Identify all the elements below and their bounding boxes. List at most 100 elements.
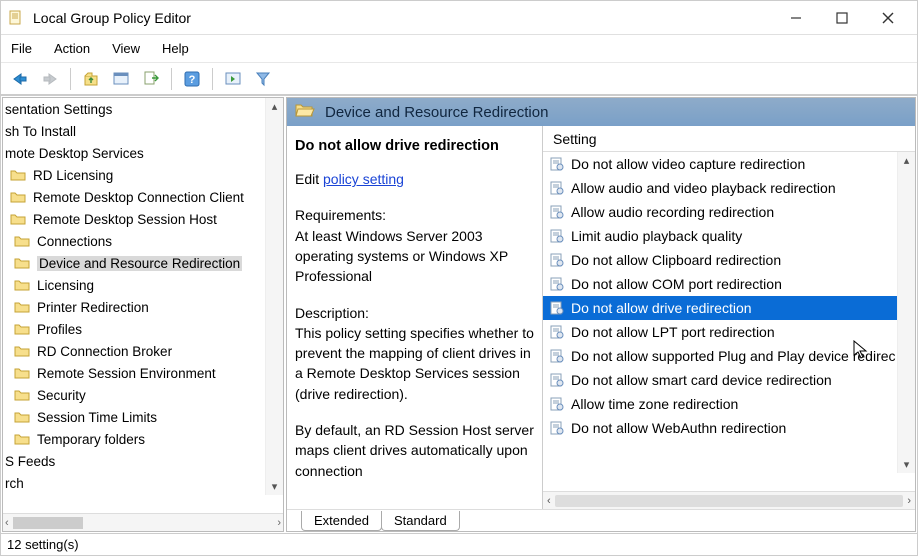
app-icon bbox=[7, 9, 25, 27]
setting-row[interactable]: Do not allow smart card device redirecti… bbox=[543, 368, 915, 392]
tree-item-label: RD Licensing bbox=[33, 168, 113, 183]
description-panel: Do not allow drive redirection Edit poli… bbox=[287, 126, 543, 509]
window-title: Local Group Policy Editor bbox=[33, 10, 191, 26]
folder-icon bbox=[13, 321, 31, 337]
tree-item[interactable]: Session Time Limits bbox=[3, 406, 283, 428]
tree-item[interactable]: sh To Install bbox=[3, 120, 283, 142]
setting-label: Do not allow supported Plug and Play dev… bbox=[571, 348, 896, 364]
filter-on-button[interactable] bbox=[220, 67, 246, 91]
policy-icon bbox=[549, 372, 565, 388]
menubar: File Action View Help bbox=[1, 35, 917, 63]
tree-item[interactable]: Profiles bbox=[3, 318, 283, 340]
tree-item[interactable]: Printer Redirection bbox=[3, 296, 283, 318]
folder-icon bbox=[13, 387, 31, 403]
menu-action[interactable]: Action bbox=[54, 41, 90, 56]
edit-policy-link[interactable]: policy setting bbox=[323, 171, 404, 187]
view-tabs: Extended Standard bbox=[287, 509, 915, 531]
setting-row[interactable]: Do not allow LPT port redirection bbox=[543, 320, 915, 344]
tree-item-label: Profiles bbox=[37, 322, 82, 337]
tree-item[interactable]: Device and Resource Redirection bbox=[3, 252, 283, 274]
policy-icon bbox=[549, 252, 565, 268]
tree-item-label: S Feeds bbox=[5, 454, 55, 469]
tree-item[interactable]: Remote Session Environment bbox=[3, 362, 283, 384]
setting-row[interactable]: Allow time zone redirection bbox=[543, 392, 915, 416]
tree-item-label: rch bbox=[5, 476, 24, 491]
tree-item[interactable]: Temporary folders bbox=[3, 428, 283, 450]
up-level-button[interactable] bbox=[78, 67, 104, 91]
tree-item[interactable]: mote Desktop Services bbox=[3, 142, 283, 164]
tree-panel: sentation Settings sh To Install mote Desk… bbox=[2, 97, 284, 532]
description-text-2: By default, an RD Session Host server ma… bbox=[295, 420, 534, 481]
menu-help[interactable]: Help bbox=[162, 41, 189, 56]
policy-icon bbox=[549, 348, 565, 364]
settings-vertical-scrollbar[interactable]: ▴▾ bbox=[897, 152, 915, 473]
maximize-button[interactable] bbox=[819, 3, 865, 33]
description-text-1: This policy setting specifies whether to… bbox=[295, 323, 534, 404]
setting-label: Do not allow LPT port redirection bbox=[571, 324, 775, 340]
tree-vertical-scrollbar[interactable]: ▴▾ bbox=[265, 98, 283, 495]
policy-icon bbox=[549, 324, 565, 340]
policy-icon bbox=[549, 396, 565, 412]
folder-icon bbox=[13, 277, 31, 293]
content-header-title: Device and Resource Redirection bbox=[325, 104, 548, 121]
tree-item[interactable]: sentation Settings bbox=[3, 98, 283, 120]
setting-row[interactable]: Do not allow video capture redirection bbox=[543, 152, 915, 176]
folder-open-icon bbox=[295, 102, 315, 122]
close-button[interactable] bbox=[865, 3, 911, 33]
svg-text:?: ? bbox=[189, 74, 196, 86]
setting-label: Do not allow smart card device redirecti… bbox=[571, 372, 832, 388]
back-button[interactable] bbox=[7, 67, 33, 91]
tree-item-label: sentation Settings bbox=[5, 102, 112, 117]
folder-icon bbox=[13, 299, 31, 315]
settings-horizontal-scrollbar[interactable]: ‹ › bbox=[543, 491, 915, 509]
tab-extended[interactable]: Extended bbox=[301, 511, 382, 531]
menu-file[interactable]: File bbox=[11, 41, 32, 56]
menu-view[interactable]: View bbox=[112, 41, 140, 56]
policy-icon bbox=[549, 228, 565, 244]
setting-label: Do not allow drive redirection bbox=[571, 300, 752, 316]
tree-item[interactable]: Remote Desktop Session Host bbox=[3, 208, 283, 230]
setting-row[interactable]: Do not allow COM port redirection bbox=[543, 272, 915, 296]
export-list-button[interactable] bbox=[138, 67, 164, 91]
help-button[interactable]: ? bbox=[179, 67, 205, 91]
tree-item[interactable]: Connections bbox=[3, 230, 283, 252]
policy-icon bbox=[549, 180, 565, 196]
tree-item[interactable]: S Feeds bbox=[3, 450, 283, 472]
setting-row[interactable]: Do not allow WebAuthn redirection bbox=[543, 416, 915, 440]
setting-label: Allow time zone redirection bbox=[571, 396, 738, 412]
setting-row[interactable]: Limit audio playback quality bbox=[543, 224, 915, 248]
folder-icon bbox=[13, 343, 31, 359]
filter-options-button[interactable] bbox=[250, 67, 276, 91]
tree-item[interactable]: Remote Desktop Connection Client bbox=[3, 186, 283, 208]
settings-list[interactable]: Do not allow video capture redirection Al… bbox=[543, 152, 915, 491]
setting-label: Do not allow video capture redirection bbox=[571, 156, 805, 172]
tree-item[interactable]: RD Connection Broker bbox=[3, 340, 283, 362]
setting-label: Do not allow COM port redirection bbox=[571, 276, 782, 292]
tree-list[interactable]: sentation Settings sh To Install mote Desk… bbox=[3, 98, 283, 513]
description-label: Description: bbox=[295, 303, 534, 323]
setting-row[interactable]: Allow audio recording redirection bbox=[543, 200, 915, 224]
requirements-text: At least Windows Server 2003 operating s… bbox=[295, 226, 534, 287]
setting-row[interactable]: Allow audio and video playback redirecti… bbox=[543, 176, 915, 200]
tree-item-label: Temporary folders bbox=[37, 432, 145, 447]
tree-item-label: mote Desktop Services bbox=[5, 146, 144, 161]
tree-item[interactable]: Security bbox=[3, 384, 283, 406]
tree-horizontal-scrollbar[interactable]: ‹ › bbox=[3, 513, 283, 531]
setting-row[interactable]: Do not allow supported Plug and Play dev… bbox=[543, 344, 915, 368]
tree-item[interactable]: RD Licensing bbox=[3, 164, 283, 186]
settings-column-header[interactable]: Setting bbox=[543, 126, 915, 152]
setting-row[interactable]: Do not allow Clipboard redirection bbox=[543, 248, 915, 272]
minimize-button[interactable] bbox=[773, 3, 819, 33]
tree-item[interactable]: rch bbox=[3, 472, 283, 494]
setting-row[interactable]: Do not allow drive redirection bbox=[543, 296, 915, 320]
properties-button[interactable] bbox=[108, 67, 134, 91]
folder-icon bbox=[9, 167, 27, 183]
tree-item[interactable]: Licensing bbox=[3, 274, 283, 296]
tree-item-label: Remote Session Environment bbox=[37, 366, 216, 381]
tab-standard[interactable]: Standard bbox=[381, 511, 460, 531]
forward-button[interactable] bbox=[37, 67, 63, 91]
right-panel: Device and Resource Redirection Do not a… bbox=[286, 97, 916, 532]
policy-icon bbox=[549, 204, 565, 220]
tree-item-label: Session Time Limits bbox=[37, 410, 157, 425]
tree-item-label: sh To Install bbox=[5, 124, 76, 139]
